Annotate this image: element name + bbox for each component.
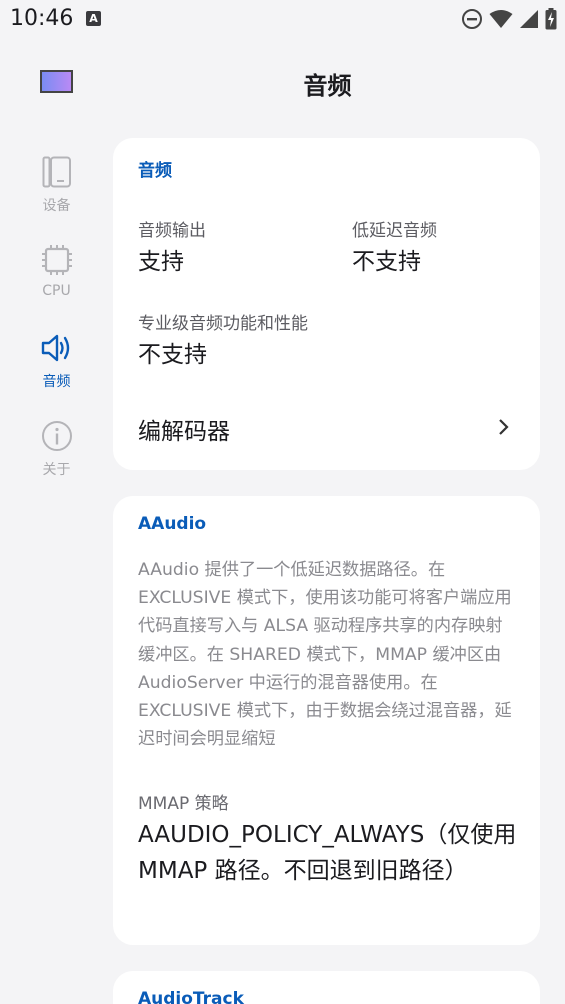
nav-label-cpu: CPU [42,283,71,299]
nav-label-about: 关于 [42,462,71,478]
audio-card: 音频 音频输出 支持 低延迟音频 不支持 专业级音频功能和性能 不支持 编解码器 [113,138,540,470]
nav-label-device: 设备 [42,198,71,214]
card-title-aaudio: AAudio [138,514,207,534]
card-title-audiotrack: AudioTrack [138,989,244,1004]
nav-item-cpu[interactable]: CPU [0,243,113,323]
battery-charging-icon [545,8,557,30]
speaker-icon [40,331,74,365]
pro-audio-label: 专业级音频功能和性能 [138,314,308,334]
codecs-label: 编解码器 [138,419,230,445]
low-latency-value: 不支持 [352,249,421,275]
audiotrack-card: AudioTrack [113,971,540,1004]
status-time: 10:46 [10,6,74,31]
chevron-right-icon [499,419,509,435]
status-icons [461,8,557,30]
nav-item-about[interactable]: 关于 [0,419,113,499]
wifi-icon [489,10,513,28]
low-latency-label: 低延迟音频 [352,221,437,241]
notification-icon: A [86,11,101,26]
aaudio-description: AAudio 提供了一个低延迟数据路径。在 EXCLUSIVE 模式下，使用该功… [138,560,512,750]
card-title-audio: 音频 [138,161,172,181]
codecs-row[interactable]: 编解码器 [113,402,540,452]
audio-output-value: 支持 [138,249,184,275]
nav-item-audio[interactable]: 音频 [0,331,113,411]
status-bar: 10:46 A [0,0,565,38]
mmap-policy-value: AAUDIO_POLICY_ALWAYS（仅使用 MMAP 路径。不回退到旧路径… [138,822,517,884]
nav-item-device[interactable]: 设备 [0,155,113,235]
audio-output-label: 音频输出 [138,221,206,241]
device-icon [40,155,74,189]
aaudio-card: AAudio AAudio 提供了一个低延迟数据路径。在 EXCLUSIVE 模… [113,496,540,945]
top-app-bar: 音频 [0,50,565,112]
dnd-icon [462,9,482,29]
mmap-policy-label: MMAP 策略 [138,794,229,814]
cpu-icon [40,243,74,277]
page-title: 音频 [303,72,352,100]
signal-icon [520,10,538,28]
info-icon [40,419,74,453]
pro-audio-value: 不支持 [138,342,207,368]
nav-label-audio: 音频 [42,374,71,390]
